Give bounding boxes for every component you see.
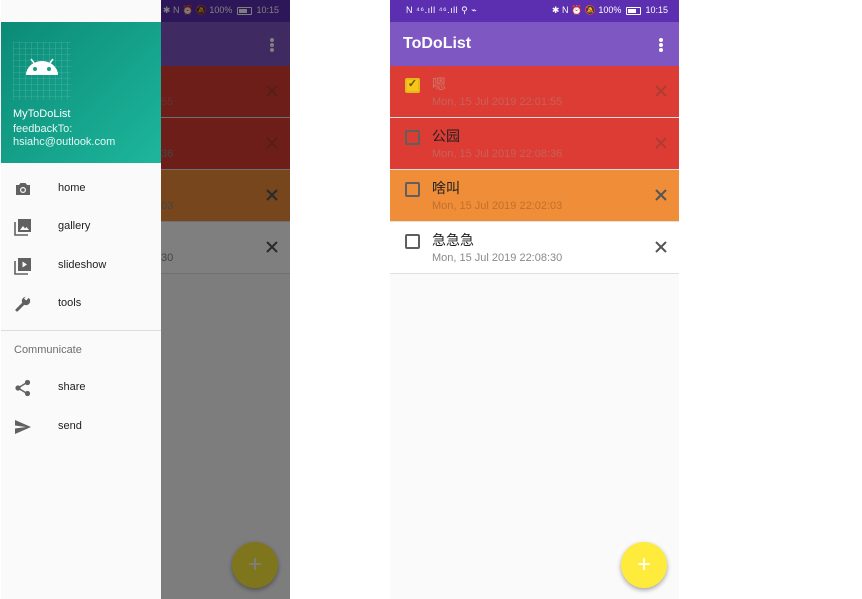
todo-list-screen: N ⁴⁶.ıll ⁴⁶.ıll ⚲ ⌁ ✱ N ⏰ 🔕 100% 10:15 T… <box>390 0 679 599</box>
app-title: ToDoList <box>403 35 472 52</box>
drawer-item-share[interactable]: share <box>1 369 161 407</box>
navigation-drawer: MyToDoList feedbackTo: hsiahc@outlook.co… <box>1 0 161 599</box>
todo-checkbox[interactable] <box>405 234 420 249</box>
todo-date: Mon, 15 Jul 2019 22:02:03 <box>432 200 563 212</box>
drawer-open-screen: N ⁴⁶.ıll ⁴⁶.ıll ⚲ ⌁ ✱ N ⏰ 🔕 100% 10:15 T… <box>1 0 290 599</box>
drawer-feedback-label: feedbackTo: <box>13 123 73 135</box>
wrench-icon <box>15 295 31 312</box>
battery-icon <box>625 6 641 15</box>
drawer-item-label: slideshow <box>58 259 107 271</box>
todo-text: 啥叫 <box>432 180 460 196</box>
todo-date: Mon, 15 Jul 2019 22:08:36 <box>432 148 563 160</box>
plus-icon: + <box>636 551 651 578</box>
drawer-item-label: share <box>58 381 86 393</box>
todo-row[interactable]: 啥叫 Mon, 15 Jul 2019 22:02:03 <box>390 170 679 222</box>
drawer-item-label: home <box>58 182 86 194</box>
drawer-item-tools[interactable]: tools <box>1 285 161 323</box>
add-todo-button[interactable]: + <box>621 542 667 588</box>
close-icon[interactable] <box>651 133 671 153</box>
status-right-area: ✱ N ⏰ 🔕 100% 10:15 <box>552 5 668 16</box>
drawer-item-label: tools <box>58 297 82 309</box>
todo-list: ✓ 嗯 Mon, 15 Jul 2019 22:01:55 公园 Mon, 15… <box>390 66 679 274</box>
drawer-header: MyToDoList feedbackTo: hsiahc@outlook.co… <box>1 22 161 163</box>
drawer-item-label: gallery <box>58 220 91 232</box>
battery-percent: 100% <box>598 5 622 15</box>
status-right-icons: ✱ N ⏰ 🔕 <box>551 5 596 15</box>
todo-date: Mon, 15 Jul 2019 22:08:30 <box>432 252 563 264</box>
check-icon: ✓ <box>407 78 418 90</box>
app-bar: ToDoList <box>390 22 679 66</box>
todo-checkbox[interactable] <box>405 130 420 145</box>
todo-text: 急急急 <box>432 232 474 248</box>
overflow-menu-icon[interactable] <box>653 38 669 52</box>
status-left-icons: N ⁴⁶.ıll ⁴⁶.ıll ⚲ ⌁ <box>406 5 478 15</box>
android-logo-icon <box>13 42 71 100</box>
todo-text: 公园 <box>432 128 460 144</box>
slideshow-icon <box>14 258 31 275</box>
send-icon <box>15 420 31 434</box>
close-icon[interactable] <box>651 237 671 257</box>
gallery-icon <box>14 219 31 236</box>
todo-row[interactable]: ✓ 嗯 Mon, 15 Jul 2019 22:01:55 <box>390 66 679 118</box>
todo-date: Mon, 15 Jul 2019 22:01:55 <box>432 96 563 108</box>
close-icon[interactable] <box>651 81 671 101</box>
todo-row[interactable]: 急急急 Mon, 15 Jul 2019 22:08:30 <box>390 222 679 274</box>
drawer-item-label: send <box>58 420 82 432</box>
drawer-item-send[interactable]: send <box>1 408 161 446</box>
drawer-item-gallery[interactable]: gallery <box>1 208 161 246</box>
close-icon[interactable] <box>651 185 671 205</box>
drawer-item-slideshow[interactable]: slideshow <box>1 247 161 285</box>
drawer-item-home[interactable]: home <box>1 170 161 208</box>
drawer-divider <box>1 330 161 331</box>
share-icon <box>15 379 31 397</box>
todo-checkbox[interactable] <box>405 182 420 197</box>
status-time: 10:15 <box>645 5 668 15</box>
todo-row[interactable]: 公园 Mon, 15 Jul 2019 22:08:36 <box>390 118 679 170</box>
drawer-email: hsiahc@outlook.com <box>13 136 116 148</box>
todo-checkbox[interactable]: ✓ <box>405 78 420 93</box>
status-bar: N ⁴⁶.ıll ⁴⁶.ıll ⚲ ⌁ ✱ N ⏰ 🔕 100% 10:15 <box>390 0 679 22</box>
drawer-section-title: Communicate <box>14 344 82 356</box>
todo-text: 嗯 <box>432 76 446 92</box>
drawer-app-name: MyToDoList <box>13 108 71 120</box>
camera-icon <box>16 183 30 195</box>
